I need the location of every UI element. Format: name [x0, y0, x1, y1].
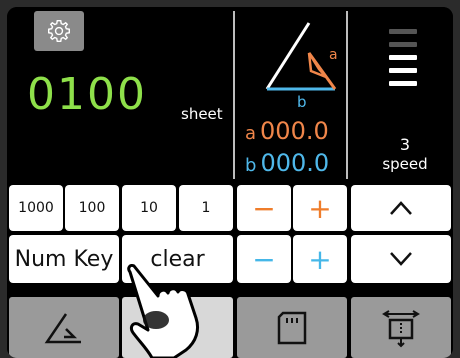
speed-down-button[interactable]	[351, 235, 451, 283]
value-b: 000.0	[260, 149, 330, 177]
tab-memory[interactable]	[237, 297, 347, 358]
tab-width-adjust[interactable]	[351, 297, 451, 358]
gear-icon	[48, 20, 70, 42]
key-100[interactable]: 100	[65, 185, 119, 231]
value-b-label: b	[245, 155, 257, 176]
sheet-counter: 0100	[27, 69, 147, 120]
mode-tab-bar	[7, 297, 453, 358]
speed-bar	[389, 42, 417, 47]
num-key-button[interactable]: Num Key	[9, 235, 119, 283]
pointing-hand-icon	[127, 264, 200, 358]
angle-diagram-icon: a	[265, 22, 338, 91]
speed-up-button[interactable]	[351, 185, 451, 231]
speed-bar	[389, 81, 417, 86]
divider	[233, 11, 235, 179]
speed-bar	[389, 68, 417, 73]
speed-bar	[389, 55, 417, 60]
speed-label: speed	[382, 155, 428, 173]
value-a-increment-button[interactable]: +	[293, 185, 347, 231]
angle-side-b-letter: b	[297, 93, 307, 111]
value-b-decrement-button[interactable]: −	[237, 235, 291, 283]
speed-bar	[389, 29, 417, 34]
width-adjust-icon	[382, 309, 420, 347]
value-a-decrement-button[interactable]: −	[237, 185, 291, 231]
machine-screen: 0100 sheet a b a 000.0 b 000.0 3 speed 1…	[7, 7, 453, 358]
value-a-label: a	[245, 123, 257, 144]
key-1000[interactable]: 1000	[9, 185, 63, 231]
chevron-down-icon	[390, 252, 412, 266]
chevron-up-icon	[390, 201, 412, 215]
tab-angle[interactable]	[9, 297, 119, 358]
speed-level-indicator	[389, 29, 419, 94]
sd-card-icon	[277, 311, 307, 344]
key-10[interactable]: 10	[122, 185, 176, 231]
settings-button[interactable]	[34, 11, 84, 51]
keypad: 1000 100 10 1 Num Key clear − + − +	[7, 183, 453, 287]
value-a: 000.0	[260, 117, 329, 145]
key-1[interactable]: 1	[179, 185, 233, 231]
angle-side-a-letter: a	[329, 47, 338, 63]
angle-icon	[44, 312, 81, 343]
sheet-unit-label: sheet	[181, 105, 223, 123]
speed-value: 3	[399, 135, 411, 154]
status-display: 0100 sheet a b a 000.0 b 000.0 3 speed	[7, 7, 453, 183]
value-a-row: a 000.0	[245, 119, 329, 143]
value-b-row: b 000.0	[245, 151, 329, 175]
value-b-increment-button[interactable]: +	[293, 235, 347, 283]
